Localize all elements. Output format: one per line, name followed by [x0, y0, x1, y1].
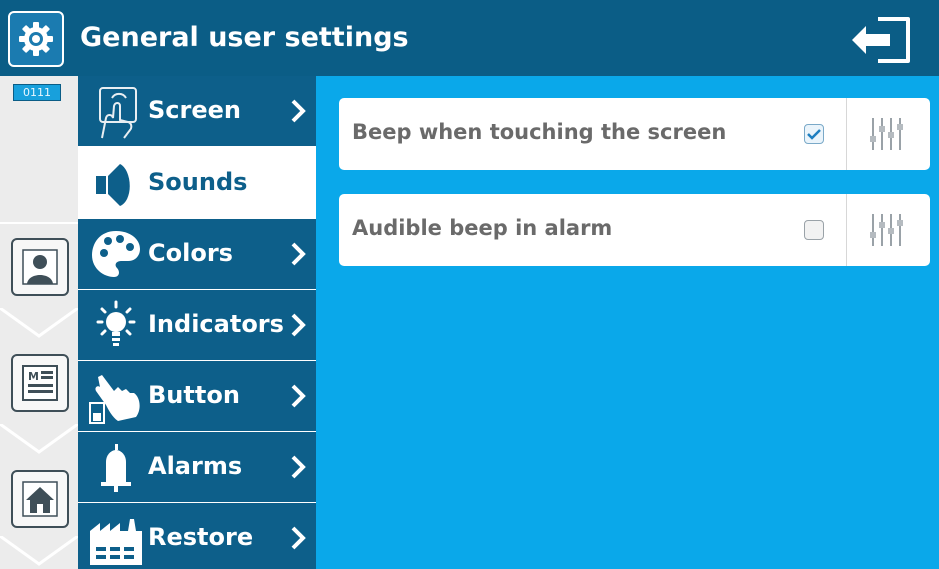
menu-item-alarms[interactable]: Alarms	[78, 432, 316, 502]
factory-icon	[90, 519, 142, 565]
exit-icon	[852, 17, 910, 63]
rail-arrow	[0, 536, 78, 566]
svg-text:M: M	[28, 370, 39, 383]
equalizer-icon[interactable]	[865, 210, 909, 250]
setting-row-beep-touch: Beep when touching the screen	[339, 98, 930, 170]
settings-menu: Screen Sounds Colors Indicators Button A…	[78, 76, 316, 569]
menu-item-label: Button	[148, 381, 240, 409]
home-button[interactable]	[11, 470, 69, 528]
menu-item-button[interactable]: Button	[78, 361, 316, 431]
check-icon	[807, 129, 821, 140]
row-divider	[846, 194, 847, 266]
menu-item-label: Sounds	[148, 168, 248, 196]
chevron-right-icon	[291, 313, 306, 337]
menu-list-button[interactable]: M	[11, 354, 69, 412]
header-bar: General user settings	[0, 0, 939, 76]
menu-item-label: Screen	[148, 96, 241, 124]
beep-touch-checkbox[interactable]	[804, 124, 824, 144]
speaker-icon	[96, 164, 130, 206]
menu-item-label: Colors	[148, 239, 233, 267]
menu-item-screen[interactable]: Screen	[78, 76, 316, 146]
hand-press-icon	[89, 375, 140, 424]
rail-arrow	[0, 424, 78, 454]
setting-label: Beep when touching the screen	[352, 120, 727, 144]
user-icon	[22, 249, 58, 285]
gear-icon	[19, 22, 53, 56]
rail-arrow	[0, 308, 78, 338]
exit-button[interactable]	[848, 13, 918, 67]
chevron-right-icon	[291, 384, 306, 408]
palette-icon	[92, 231, 140, 277]
settings-content: Beep when touching the screen Audible be…	[316, 76, 939, 569]
touch-screen-icon	[99, 87, 137, 139]
beep-alarm-checkbox[interactable]	[804, 220, 824, 240]
menu-item-sounds[interactable]: Sounds	[78, 148, 316, 218]
menu-item-colors[interactable]: Colors	[78, 219, 316, 289]
chevron-right-icon	[291, 455, 306, 479]
chevron-right-icon	[291, 242, 306, 266]
light-bulb-icon	[96, 300, 136, 346]
equalizer-icon[interactable]	[865, 114, 909, 154]
chevron-right-icon	[291, 526, 306, 550]
user-button[interactable]	[11, 238, 69, 296]
menu-item-label: Alarms	[148, 452, 243, 480]
page-title: General user settings	[80, 22, 409, 53]
code-badge: 0111	[13, 84, 61, 101]
menu-item-restore[interactable]: Restore	[78, 503, 316, 569]
bell-icon	[101, 444, 131, 492]
menu-item-label: Indicators	[148, 310, 284, 338]
setting-label: Audible beep in alarm	[352, 216, 613, 240]
row-divider	[846, 98, 847, 170]
menu-list-icon: M	[22, 365, 58, 401]
settings-button[interactable]	[8, 11, 64, 67]
rail-divider	[0, 222, 78, 224]
menu-item-label: Restore	[148, 523, 254, 551]
chevron-right-icon	[291, 99, 306, 123]
home-icon	[22, 481, 58, 517]
setting-row-beep-alarm: Audible beep in alarm	[339, 194, 930, 266]
menu-item-indicators[interactable]: Indicators	[78, 290, 316, 360]
